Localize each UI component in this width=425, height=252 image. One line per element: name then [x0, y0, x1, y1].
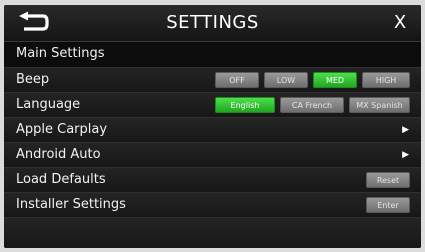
android-auto-row[interactable]: Android Auto ▶	[4, 142, 421, 167]
beep-label: Beep	[16, 72, 50, 87]
reset-button[interactable]: Reset	[366, 172, 410, 188]
language-option-mx-spanish[interactable]: MX Spanish	[349, 97, 410, 113]
beep-option-med[interactable]: MED	[313, 72, 357, 88]
load-defaults-row: Load Defaults Reset	[4, 167, 421, 192]
installer-settings-label: Installer Settings	[16, 197, 126, 212]
empty-row	[4, 217, 421, 248]
beep-option-off[interactable]: OFF	[215, 72, 259, 88]
language-option-english[interactable]: English	[215, 97, 275, 113]
chevron-right-icon[interactable]: ▶	[402, 144, 409, 166]
beep-option-high[interactable]: HIGH	[362, 72, 410, 88]
main-settings-heading: Main Settings	[16, 46, 105, 61]
load-defaults-label: Load Defaults	[16, 172, 106, 187]
language-option-ca-french[interactable]: CA French	[280, 97, 344, 113]
language-label: Language	[16, 97, 81, 112]
beep-option-low[interactable]: LOW	[264, 72, 308, 88]
language-row: Language English CA French MX Spanish	[4, 92, 421, 117]
close-button[interactable]: X	[389, 11, 411, 35]
installer-settings-row: Installer Settings Enter	[4, 192, 421, 217]
chevron-right-icon[interactable]: ▶	[402, 119, 409, 141]
enter-button[interactable]: Enter	[366, 197, 410, 213]
apple-carplay-row[interactable]: Apple Carplay ▶	[4, 117, 421, 142]
title-bar: SETTINGS X	[4, 5, 421, 42]
main-settings-heading-row: Main Settings	[4, 42, 421, 66]
apple-carplay-label: Apple Carplay	[16, 122, 108, 137]
page-title: SETTINGS	[166, 12, 259, 33]
settings-screen: SETTINGS X Main Settings Beep OFF LOW ME…	[4, 5, 421, 248]
beep-row: Beep OFF LOW MED HIGH	[4, 67, 421, 92]
android-auto-label: Android Auto	[16, 147, 101, 162]
